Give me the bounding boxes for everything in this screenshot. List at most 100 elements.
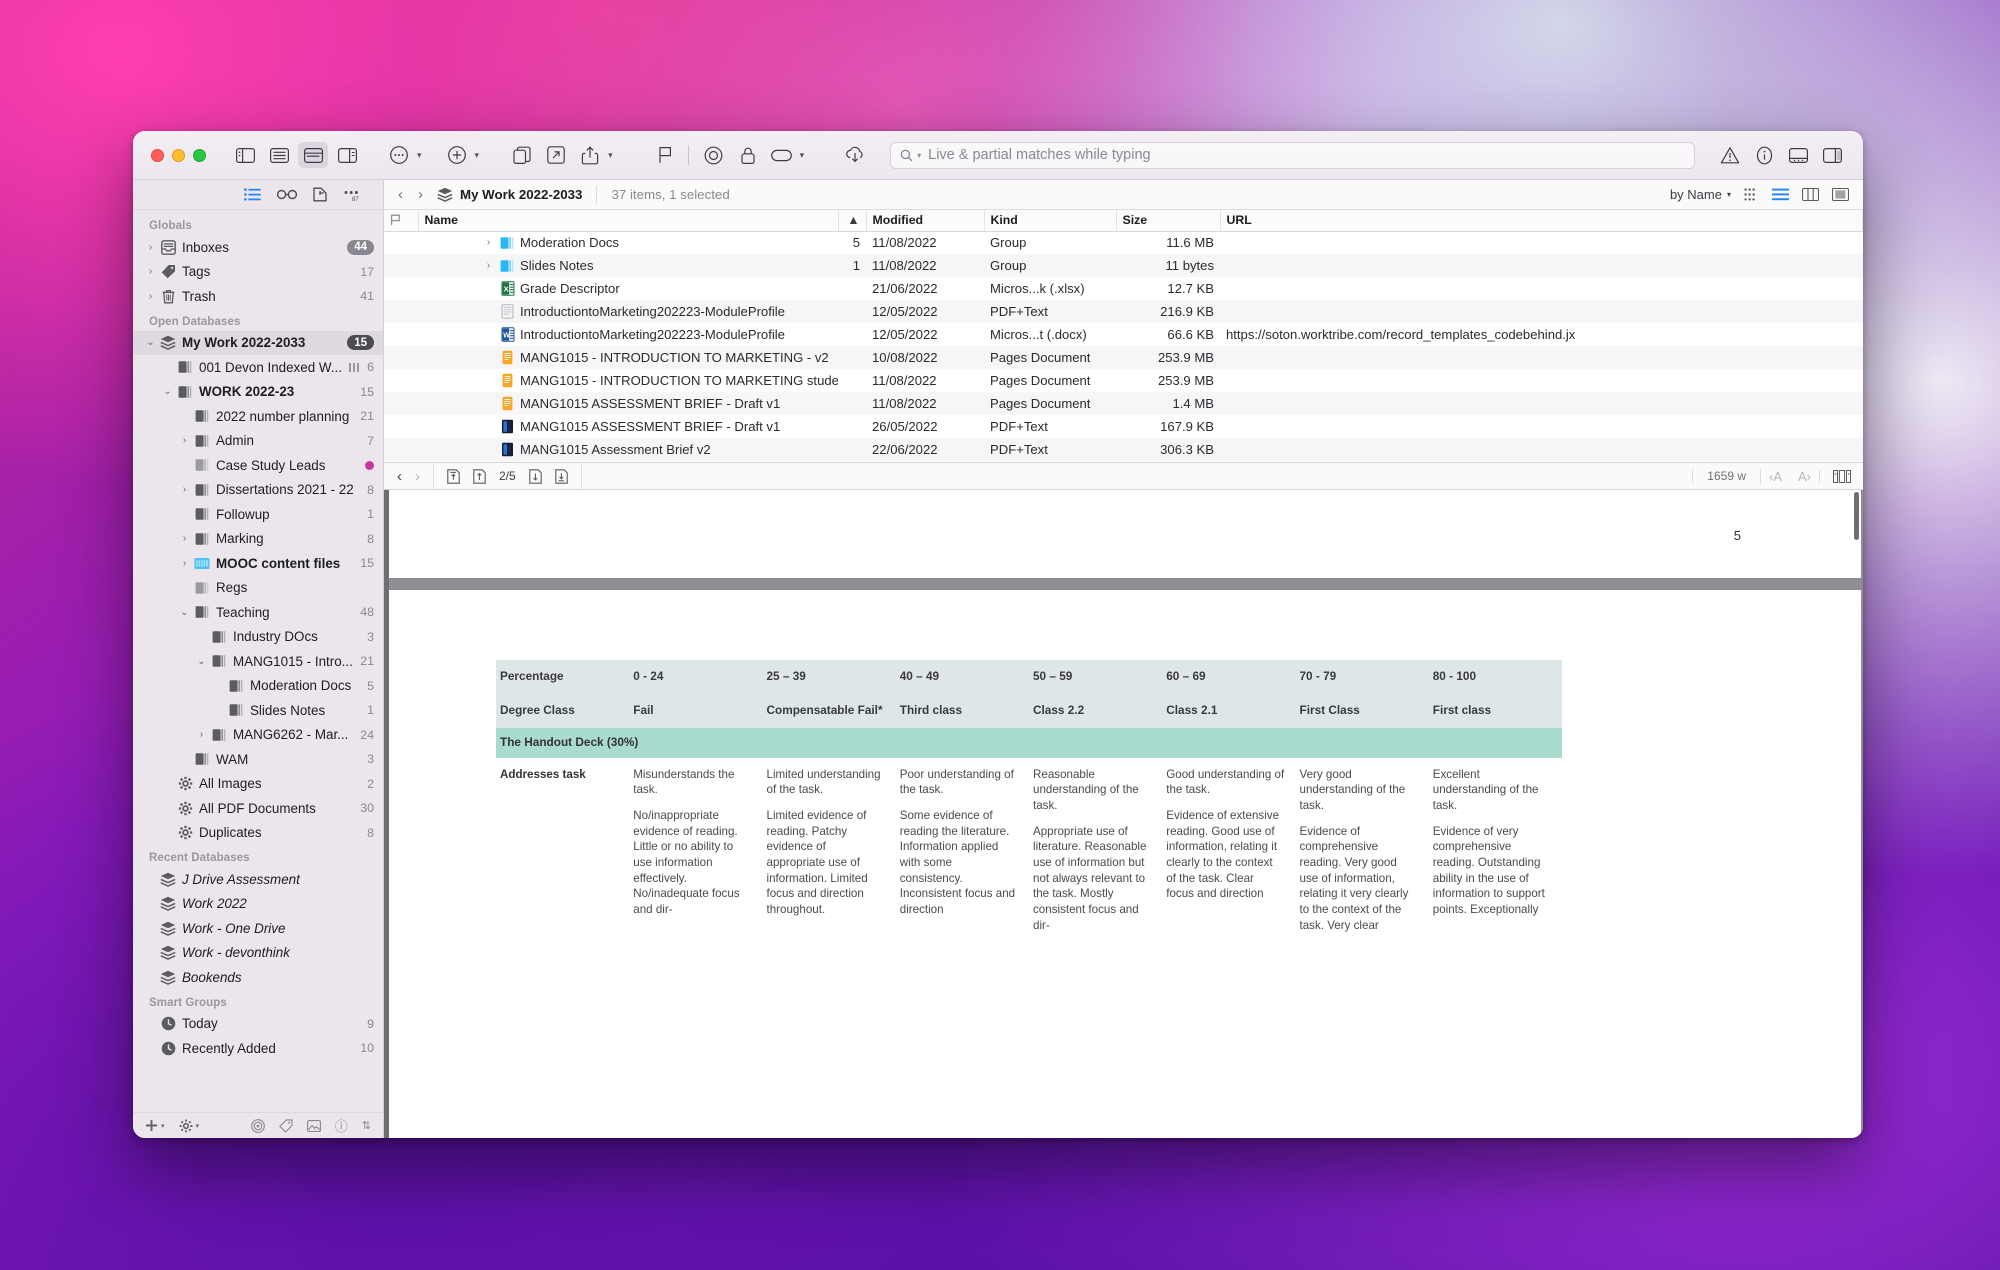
table-row[interactable]: MANG1015 Assessment Brief v2 22/06/2022 PD…	[384, 438, 1863, 461]
sidebar-item-duplicates[interactable]: Duplicates 8	[133, 821, 383, 846]
info-icon[interactable]	[1749, 142, 1779, 168]
doc-back-button[interactable]: ‹	[397, 468, 402, 485]
chevron-down-icon[interactable]: ⌄	[194, 656, 209, 667]
first-page-icon[interactable]	[447, 468, 460, 484]
row-flag-cell[interactable]	[384, 415, 418, 438]
plus-circle-icon[interactable]	[442, 142, 472, 168]
list-view-button[interactable]	[1772, 188, 1789, 201]
open-externally-icon[interactable]	[541, 142, 571, 168]
split-view-button[interactable]	[1832, 188, 1849, 201]
column-view-button[interactable]	[1802, 188, 1819, 201]
chevron-right-icon[interactable]: ›	[143, 242, 158, 253]
chevron-right-icon[interactable]: ›	[482, 260, 495, 271]
view-split-icon[interactable]	[298, 142, 328, 168]
add-item-button[interactable]: ▾	[440, 142, 479, 168]
sidebar-item-mang6262-mar[interactable]: › MANG6262 - Mar... 24	[133, 723, 383, 748]
decrease-font-button[interactable]: ‹A	[1760, 468, 1790, 484]
row-name-cell[interactable]: IntroductiontoMarketing202223-ModuleProf…	[418, 300, 838, 323]
sidebar-item-trash[interactable]: › Trash 41	[133, 284, 383, 309]
sidebar-item-j-drive-assessment[interactable]: J Drive Assessment	[133, 867, 383, 892]
sidebar-item-work-devonthink[interactable]: Work - devonthink	[133, 941, 383, 966]
chevron-right-icon[interactable]: ›	[177, 558, 192, 569]
icon-view-button[interactable]	[1744, 188, 1759, 201]
sidebar-item-followup[interactable]: Followup 1	[133, 502, 383, 527]
page-layout-icon[interactable]	[1819, 469, 1863, 483]
alerts-icon[interactable]	[1715, 142, 1745, 168]
view-list-icon[interactable]	[264, 142, 294, 168]
row-name-cell[interactable]: › Slides Notes	[418, 254, 838, 277]
sidebar-item-work-2022-23[interactable]: ⌄ WORK 2022-23 15	[133, 380, 383, 405]
minimize-button[interactable]	[172, 148, 185, 162]
view-columns-icon[interactable]	[332, 142, 362, 168]
sort-icon[interactable]: ⇅	[362, 1119, 371, 1132]
sidebar-item-case-study-leads[interactable]: Case Study Leads	[133, 453, 383, 478]
search-scope-chevron-icon[interactable]: ▾	[917, 151, 921, 160]
row-name-cell[interactable]: MANG1015 Assessment Brief v2	[418, 438, 838, 461]
row-flag-cell[interactable]	[384, 369, 418, 392]
row-flag-cell[interactable]	[384, 277, 418, 300]
row-url-cell[interactable]: https://soton.worktribe.com/record_templ…	[1220, 323, 1863, 346]
sidebar-item-slides-notes[interactable]: Slides Notes 1	[133, 698, 383, 723]
sidebar-item-wam[interactable]: WAM 3	[133, 747, 383, 772]
sidebar-item-work-one-drive[interactable]: Work - One Drive	[133, 916, 383, 941]
column-count[interactable]: ▲	[838, 210, 867, 232]
sidebar-item-mang1015-intro[interactable]: ⌄ MANG1015 - Intro... 21	[133, 649, 383, 674]
sidebar-item-today[interactable]: Today 9	[133, 1012, 383, 1037]
sidebar-scroll[interactable]: Globals › Inboxes 44 › Tags 17 › Trash 41 Open Dat…	[133, 210, 383, 1112]
chevron-right-icon[interactable]: ›	[177, 533, 192, 544]
tag-dropdown-button[interactable]: ▾	[765, 142, 804, 168]
close-button[interactable]	[151, 148, 164, 162]
sync-icon[interactable]	[840, 142, 870, 168]
increase-font-button[interactable]: A›	[1790, 469, 1819, 484]
right-panel-icon[interactable]	[1817, 142, 1847, 168]
lock-icon[interactable]	[733, 142, 763, 168]
sidebar-item-teaching[interactable]: ⌄ Teaching 48	[133, 600, 383, 625]
chevron-right-icon[interactable]: ›	[482, 237, 495, 248]
zoom-level[interactable]: 1659 w	[1692, 469, 1760, 483]
preview-left-scrollbar[interactable]	[384, 490, 389, 1138]
row-flag-cell[interactable]	[384, 438, 418, 461]
duplicate-icon[interactable]	[507, 142, 537, 168]
row-name-cell[interactable]: MANG1015 ASSESSMENT BRIEF - Draft v1	[418, 392, 838, 415]
table-row[interactable]: MANG1015 ASSESSMENT BRIEF - Draft v1 11/0…	[384, 392, 1863, 415]
column-kind[interactable]: Kind	[984, 210, 1117, 232]
target-icon[interactable]	[250, 1118, 265, 1133]
flag-icon[interactable]	[651, 142, 681, 168]
inspector-bar-icon[interactable]	[1783, 142, 1813, 168]
image-icon[interactable]	[306, 1119, 321, 1132]
row-name-cell[interactable]: MANG1015 ASSESSMENT BRIEF - Draft v1	[418, 415, 838, 438]
row-url-cell[interactable]	[1220, 231, 1863, 254]
sort-by-dropdown[interactable]: by Name ▾	[1670, 187, 1731, 202]
row-flag-cell[interactable]	[384, 346, 418, 369]
table-row[interactable]: › Slides Notes 1 11/08/2022 Group 11 bytes	[384, 254, 1863, 277]
file-list-pane[interactable]: Name ▲ Modified Kind Size URL › Moderatio…	[384, 210, 1863, 530]
share-icon[interactable]	[575, 142, 605, 168]
table-row[interactable]: › Moderation Docs 5 11/08/2022 Group 11.6 MB	[384, 231, 1863, 254]
add-icon[interactable]: ▾	[145, 1119, 165, 1132]
column-size[interactable]: Size	[1116, 210, 1221, 232]
search-field[interactable]: ▾ Live & partial matches while typing	[890, 141, 1695, 169]
more-dots-icon[interactable]: 87	[343, 188, 361, 202]
row-url-cell[interactable]	[1220, 277, 1863, 300]
row-name-cell[interactable]: MANG1015 - INTRODUCTION TO MARKETING stu…	[418, 369, 838, 392]
table-row[interactable]: IntroductiontoMarketing202223-ModuleProf…	[384, 300, 1863, 323]
list-icon[interactable]	[244, 188, 261, 201]
sidebar-item-marking[interactable]: › Marking 8	[133, 527, 383, 552]
row-flag-cell[interactable]	[384, 323, 418, 346]
table-row[interactable]: MANG1015 - INTRODUCTION TO MARKETING - v…	[384, 346, 1863, 369]
sidebar-item-all-pdf-documents[interactable]: All PDF Documents 30	[133, 796, 383, 821]
chevron-down-icon[interactable]: ⌄	[143, 337, 158, 348]
row-name-cell[interactable]: W IntroductiontoMarketing202223-ModulePro…	[418, 323, 838, 346]
sidebar-item-mooc-content-files[interactable]: › MOOC content files 15	[133, 551, 383, 576]
sidebar-item-all-images[interactable]: All Images 2	[133, 772, 383, 797]
row-name-cell[interactable]: X Grade Descriptor	[418, 277, 838, 300]
info-icon[interactable]: ⓘ	[335, 1116, 348, 1135]
settings-gear-icon[interactable]: ▾	[179, 1119, 199, 1133]
import-icon[interactable]	[313, 187, 327, 202]
sidebar-item-regs[interactable]: Regs	[133, 576, 383, 601]
row-url-cell[interactable]	[1220, 392, 1863, 415]
row-flag-cell[interactable]	[384, 254, 418, 277]
column-url[interactable]: URL	[1220, 210, 1863, 232]
chevron-right-icon[interactable]: ›	[143, 266, 158, 277]
doc-forward-button[interactable]: ›	[415, 468, 420, 485]
